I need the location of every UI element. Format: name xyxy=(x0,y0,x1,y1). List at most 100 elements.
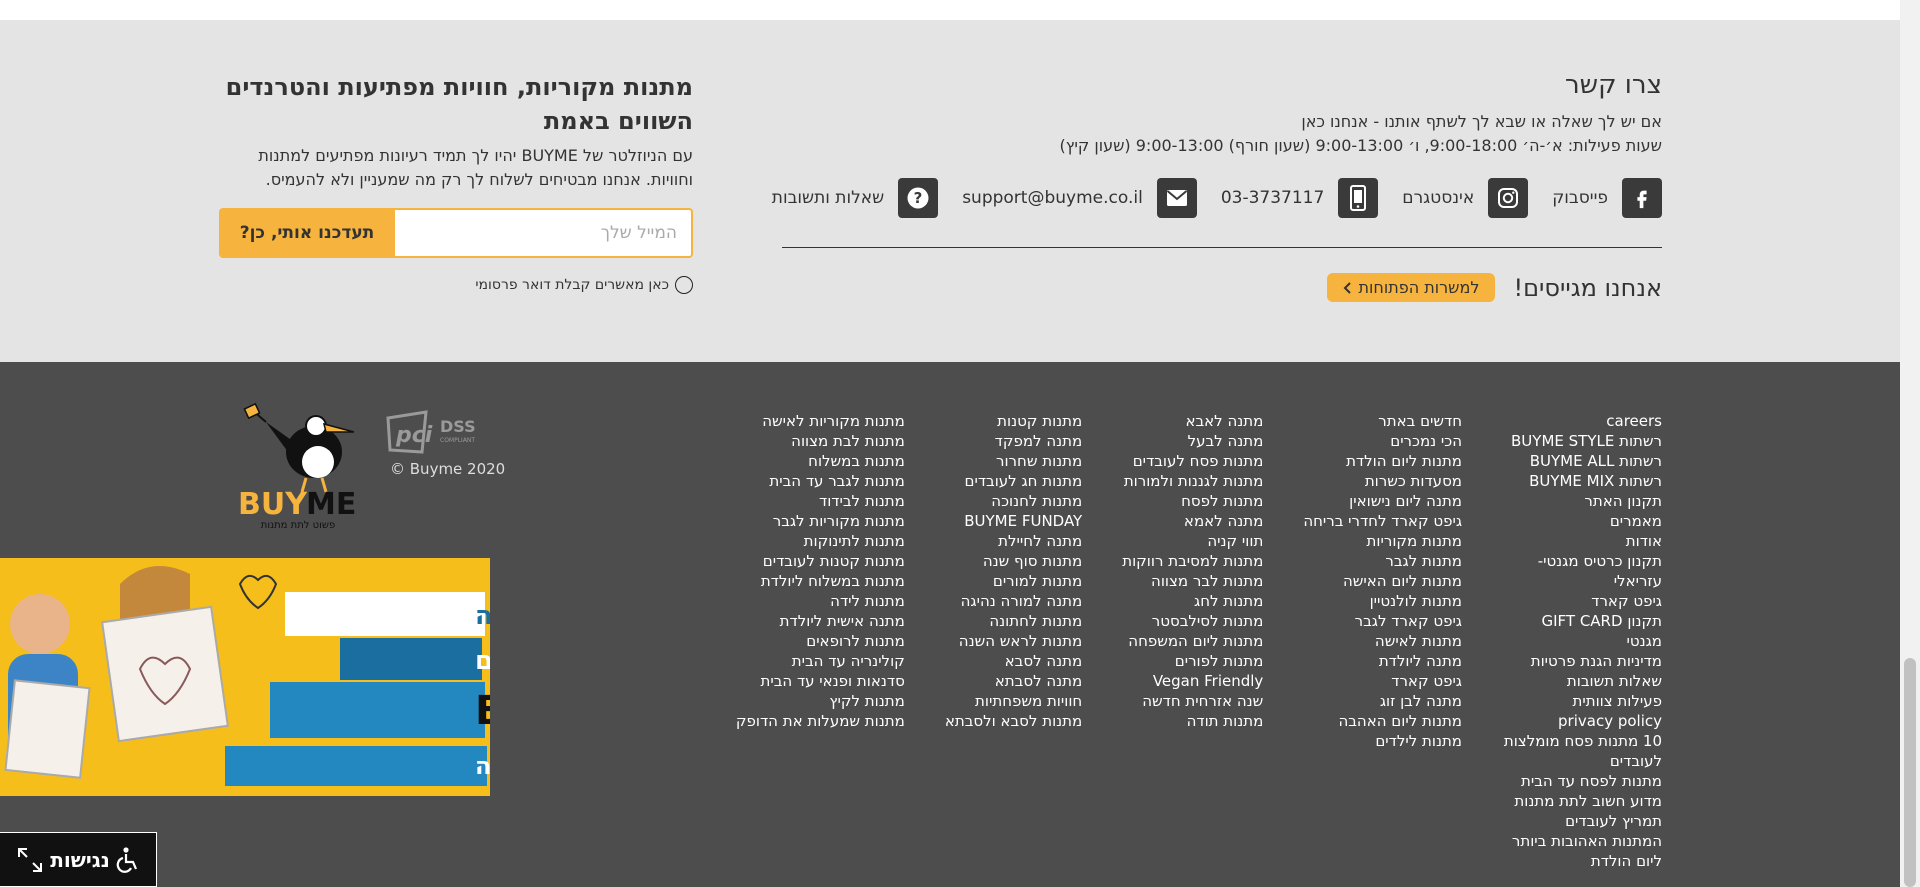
footer-link[interactable]: מתנה לאמא xyxy=(1122,511,1263,531)
contact-instagram[interactable]: אינסטגרם xyxy=(1402,178,1529,218)
footer-link[interactable]: מתנה לחיילת xyxy=(945,531,1082,551)
consent-radio[interactable] xyxy=(675,276,693,294)
open-positions-button[interactable]: למשרות הפתוחות xyxy=(1326,273,1496,302)
footer-link[interactable]: מתנות פסח לעובדים xyxy=(1122,451,1264,471)
footer-link[interactable]: סדנאות ופנאי עד הבית xyxy=(736,671,905,691)
footer-link[interactable]: מתנות קטנות לעובדים xyxy=(736,551,905,571)
footer-link[interactable]: רשתות BUYME MIX xyxy=(1502,471,1662,491)
footer-link[interactable]: מתנות לבידוד xyxy=(736,491,905,511)
footer-link[interactable]: מתנות לפסח xyxy=(1122,491,1263,511)
footer-link[interactable]: מאמרים xyxy=(1502,511,1662,531)
footer-link[interactable]: מתנות לידה xyxy=(736,591,905,611)
contact-phone[interactable]: 03-3737117 xyxy=(1221,178,1379,218)
footer-link[interactable]: מתנות מקוריות לאישה xyxy=(736,411,905,431)
footer-link[interactable]: מתנה אישית ליולדת xyxy=(736,611,905,631)
footer-link[interactable]: חדשים באתר xyxy=(1303,411,1462,431)
scrollbar-thumb[interactable] xyxy=(1904,658,1916,887)
footer-link[interactable]: מתנה ליום נישואין xyxy=(1303,491,1462,511)
footer-link[interactable]: רשתות BUYME ALL xyxy=(1502,451,1662,471)
footer-link[interactable]: מתנות לרופאים xyxy=(736,631,905,651)
footer-link[interactable]: גיפט קארד לגבר xyxy=(1303,611,1462,631)
facebook-icon[interactable] xyxy=(1622,178,1662,218)
footer-link[interactable]: מתנות לקיץ xyxy=(736,691,904,711)
footer-link[interactable]: מתנות לגננות ולמורות xyxy=(1122,471,1264,491)
footer-link[interactable]: אודות xyxy=(1502,531,1662,551)
footer-link[interactable]: מתנות לחתונה xyxy=(945,611,1082,631)
footer-link[interactable]: מתנות ליום האישה xyxy=(1303,571,1462,591)
footer-link[interactable]: מתנות לראש השנה xyxy=(945,631,1082,651)
footer-link[interactable]: מתנה לבעל xyxy=(1122,431,1264,451)
footer-link[interactable]: מתנות ליום האהבה xyxy=(1303,711,1462,731)
footer-link[interactable]: מתנות לגבר עד הבית xyxy=(736,471,904,491)
footer-link[interactable]: מתנות לאישה xyxy=(1303,631,1462,651)
newsletter-submit-button[interactable]: תעדכנו אותי, כן? xyxy=(219,208,395,258)
phone-icon[interactable] xyxy=(1338,178,1379,218)
footer-link[interactable]: מתנות לילדים xyxy=(1303,731,1462,751)
footer-link[interactable]: מתנות לחג xyxy=(1122,591,1263,611)
open-positions-label[interactable]: למשרות הפתוחות xyxy=(1359,278,1480,297)
footer-link[interactable]: מתנות חג לעובדים xyxy=(945,471,1083,491)
footer-link[interactable]: מתנות למסיבת רווקות xyxy=(1122,551,1263,571)
footer-link[interactable]: המתנות האהובות ביותר ליום הולדת xyxy=(1502,831,1662,871)
footer-link[interactable]: privacy policy xyxy=(1502,711,1662,731)
footer-link[interactable]: מתנות קטנות xyxy=(945,411,1082,431)
footer-link[interactable]: מתנות לתינוקות xyxy=(736,531,905,551)
footer-link[interactable]: קולינריה עד הבית xyxy=(736,651,905,671)
footer-link[interactable]: מתנה לבן זוג xyxy=(1303,691,1462,711)
footer-link[interactable]: חוויות משפחתיות xyxy=(945,691,1082,711)
footer-link[interactable]: מתנות תודה xyxy=(1122,711,1264,731)
contact-facebook[interactable]: פייסבוק xyxy=(1552,178,1662,218)
newsletter-consent[interactable]: כאן מאשרים קבלת דואר פרסומי xyxy=(213,276,693,294)
footer-link[interactable]: מתנות שחרור xyxy=(945,451,1082,471)
footer-link[interactable]: שאלות תשובות xyxy=(1502,671,1662,691)
footer-link[interactable]: מתנות למורים xyxy=(945,571,1082,591)
footer-link[interactable]: מתנות ליום הולדת xyxy=(1303,451,1462,471)
footer-link[interactable]: מתנות במשלוח ליולדת xyxy=(736,571,905,591)
facebook-label[interactable]: פייסבוק xyxy=(1552,188,1608,208)
accessibility-button[interactable]: נגישות xyxy=(0,832,157,887)
footer-link[interactable]: מתנה למורה נהיגה xyxy=(945,591,1083,611)
footer-link[interactable]: Vegan Friendly xyxy=(1122,671,1264,691)
vertical-scrollbar[interactable] xyxy=(1900,0,1920,887)
footer-link[interactable]: מתנות לסבא ולסבתא xyxy=(945,711,1082,731)
footer-link[interactable]: מתנות ליום המשפחה xyxy=(1122,631,1263,651)
consent-label[interactable]: כאן מאשרים קבלת דואר פרסומי xyxy=(475,277,669,293)
footer-link[interactable]: מתנות לולנטיין xyxy=(1303,591,1462,611)
instagram-icon[interactable] xyxy=(1488,178,1529,218)
footer-link[interactable]: מתנות לגבר xyxy=(1303,551,1462,571)
footer-link[interactable]: מתנות שמעלות את הדופק xyxy=(736,711,905,731)
footer-link[interactable]: BUYME FUNDAY xyxy=(945,511,1082,531)
footer-link[interactable]: פעילות צוותית xyxy=(1502,691,1663,711)
phone-label[interactable]: 03-3737117 xyxy=(1221,188,1324,208)
mail-icon[interactable] xyxy=(1156,178,1197,218)
footer-link[interactable]: מתנות מקוריות לגבר xyxy=(736,511,905,531)
faq-label[interactable]: שאלות ותשובות xyxy=(772,188,884,208)
footer-link[interactable]: גיפט קארד לחדרי בריחה xyxy=(1303,511,1462,531)
footer-link[interactable]: שנה אזרחית חדשה xyxy=(1122,691,1263,711)
footer-link[interactable]: מתנות לפסח עד הבית xyxy=(1502,771,1662,791)
footer-link[interactable]: מתנות לחנוכה xyxy=(945,491,1082,511)
footer-link[interactable]: הכי נמכרים xyxy=(1303,431,1462,451)
footer-link[interactable]: מתנות לפורים xyxy=(1122,651,1264,671)
footer-link[interactable]: 10 מתנות פסח מומלצות לעובדים xyxy=(1502,731,1662,771)
footer-link[interactable]: מדיניות הגנת פרטיות xyxy=(1502,651,1662,671)
newsletter-email-input[interactable] xyxy=(395,208,693,258)
footer-link[interactable]: תמריץ לעובדים xyxy=(1502,811,1662,831)
contact-mail[interactable]: support@buyme.co.il xyxy=(962,178,1197,218)
footer-link[interactable]: מתנה לסבא xyxy=(945,651,1083,671)
question-icon[interactable]: ? xyxy=(898,178,939,218)
accessibility-label[interactable]: נגישות xyxy=(50,848,110,872)
footer-link[interactable]: מדוע חשוב לתת מתנות xyxy=(1502,791,1662,811)
footer-link[interactable]: תקנון כרטיס מגנטי- עזריאלי xyxy=(1502,551,1662,591)
footer-link[interactable]: מתנות סוף שנה xyxy=(945,551,1082,571)
footer-link[interactable]: מתנה ליולדת xyxy=(1303,651,1462,671)
footer-link[interactable]: תווי קניה xyxy=(1122,531,1263,551)
promo-banner[interactable]: אומרים תודה ושולחים BUYME למתנות סוף השנ… xyxy=(0,554,490,796)
contact-faq[interactable]: ? שאלות ותשובות xyxy=(772,178,939,218)
instagram-label[interactable]: אינסטגרם xyxy=(1402,188,1474,208)
footer-link[interactable]: מתנה לסבתא xyxy=(945,671,1082,691)
footer-link[interactable]: מסעדות כשרות xyxy=(1303,471,1462,491)
footer-link[interactable]: careers xyxy=(1502,411,1662,431)
footer-link[interactable]: מתנות במשלוח xyxy=(736,451,905,471)
footer-link[interactable]: גיפט קארד xyxy=(1303,671,1462,691)
